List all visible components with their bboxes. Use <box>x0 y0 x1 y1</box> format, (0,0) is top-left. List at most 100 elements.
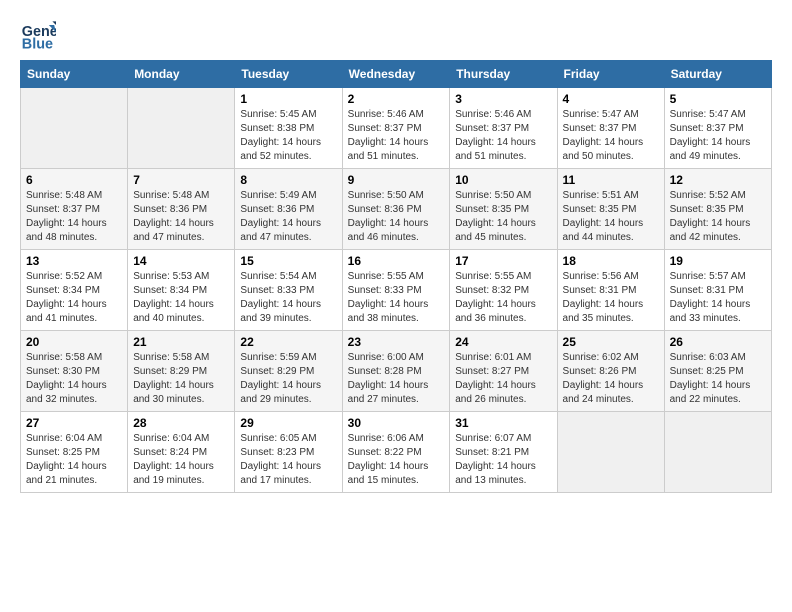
calendar-week-1: 1 Sunrise: 5:45 AM Sunset: 8:38 PM Dayli… <box>21 88 772 169</box>
sunrise-time: Sunrise: 5:55 AM <box>455 271 531 282</box>
daylight-hours: Daylight: 14 hours and 15 minutes. <box>348 461 429 486</box>
daylight-hours: Daylight: 14 hours and 47 minutes. <box>133 218 214 243</box>
day-number: 6 <box>26 173 122 187</box>
day-info: Sunrise: 5:58 AM Sunset: 8:30 PM Dayligh… <box>26 351 122 407</box>
calendar-cell: 5 Sunrise: 5:47 AM Sunset: 8:37 PM Dayli… <box>664 88 771 169</box>
day-number: 22 <box>240 335 336 349</box>
day-number: 29 <box>240 416 336 430</box>
sunset-time: Sunset: 8:28 PM <box>348 366 422 377</box>
day-info: Sunrise: 5:48 AM Sunset: 8:37 PM Dayligh… <box>26 189 122 245</box>
sunset-time: Sunset: 8:25 PM <box>670 366 744 377</box>
calendar-cell: 19 Sunrise: 5:57 AM Sunset: 8:31 PM Dayl… <box>664 250 771 331</box>
header-thursday: Thursday <box>450 61 557 88</box>
day-info: Sunrise: 6:05 AM Sunset: 8:23 PM Dayligh… <box>240 432 336 488</box>
calendar-cell: 14 Sunrise: 5:53 AM Sunset: 8:34 PM Dayl… <box>128 250 235 331</box>
calendar-cell: 17 Sunrise: 5:55 AM Sunset: 8:32 PM Dayl… <box>450 250 557 331</box>
calendar-cell: 4 Sunrise: 5:47 AM Sunset: 8:37 PM Dayli… <box>557 88 664 169</box>
sunset-time: Sunset: 8:36 PM <box>133 204 207 215</box>
sunrise-time: Sunrise: 5:46 AM <box>455 109 531 120</box>
daylight-hours: Daylight: 14 hours and 45 minutes. <box>455 218 536 243</box>
daylight-hours: Daylight: 14 hours and 29 minutes. <box>240 380 321 405</box>
day-number: 27 <box>26 416 122 430</box>
daylight-hours: Daylight: 14 hours and 51 minutes. <box>455 137 536 162</box>
calendar-cell <box>664 412 771 493</box>
sunset-time: Sunset: 8:35 PM <box>670 204 744 215</box>
calendar-cell: 26 Sunrise: 6:03 AM Sunset: 8:25 PM Dayl… <box>664 331 771 412</box>
day-number: 4 <box>563 92 659 106</box>
daylight-hours: Daylight: 14 hours and 48 minutes. <box>26 218 107 243</box>
day-number: 21 <box>133 335 229 349</box>
day-number: 23 <box>348 335 445 349</box>
sunrise-time: Sunrise: 5:50 AM <box>348 190 424 201</box>
day-info: Sunrise: 5:47 AM Sunset: 8:37 PM Dayligh… <box>670 108 766 164</box>
day-info: Sunrise: 6:00 AM Sunset: 8:28 PM Dayligh… <box>348 351 445 407</box>
sunrise-time: Sunrise: 5:54 AM <box>240 271 316 282</box>
sunset-time: Sunset: 8:29 PM <box>133 366 207 377</box>
calendar-cell: 16 Sunrise: 5:55 AM Sunset: 8:33 PM Dayl… <box>342 250 450 331</box>
calendar-cell <box>128 88 235 169</box>
calendar-cell: 27 Sunrise: 6:04 AM Sunset: 8:25 PM Dayl… <box>21 412 128 493</box>
day-number: 16 <box>348 254 445 268</box>
calendar-week-4: 20 Sunrise: 5:58 AM Sunset: 8:30 PM Dayl… <box>21 331 772 412</box>
sunset-time: Sunset: 8:36 PM <box>348 204 422 215</box>
sunset-time: Sunset: 8:33 PM <box>348 285 422 296</box>
calendar-cell: 1 Sunrise: 5:45 AM Sunset: 8:38 PM Dayli… <box>235 88 342 169</box>
calendar-cell: 11 Sunrise: 5:51 AM Sunset: 8:35 PM Dayl… <box>557 169 664 250</box>
day-info: Sunrise: 6:07 AM Sunset: 8:21 PM Dayligh… <box>455 432 551 488</box>
sunset-time: Sunset: 8:24 PM <box>133 447 207 458</box>
day-number: 8 <box>240 173 336 187</box>
sunrise-time: Sunrise: 5:48 AM <box>26 190 102 201</box>
sunset-time: Sunset: 8:37 PM <box>26 204 100 215</box>
sunrise-time: Sunrise: 5:55 AM <box>348 271 424 282</box>
day-number: 20 <box>26 335 122 349</box>
daylight-hours: Daylight: 14 hours and 44 minutes. <box>563 218 644 243</box>
header-saturday: Saturday <box>664 61 771 88</box>
sunset-time: Sunset: 8:23 PM <box>240 447 314 458</box>
daylight-hours: Daylight: 14 hours and 51 minutes. <box>348 137 429 162</box>
daylight-hours: Daylight: 14 hours and 30 minutes. <box>133 380 214 405</box>
daylight-hours: Daylight: 14 hours and 17 minutes. <box>240 461 321 486</box>
sunrise-time: Sunrise: 5:47 AM <box>563 109 639 120</box>
day-number: 31 <box>455 416 551 430</box>
day-info: Sunrise: 6:04 AM Sunset: 8:25 PM Dayligh… <box>26 432 122 488</box>
day-info: Sunrise: 5:58 AM Sunset: 8:29 PM Dayligh… <box>133 351 229 407</box>
day-info: Sunrise: 5:51 AM Sunset: 8:35 PM Dayligh… <box>563 189 659 245</box>
calendar-cell: 12 Sunrise: 5:52 AM Sunset: 8:35 PM Dayl… <box>664 169 771 250</box>
day-number: 2 <box>348 92 445 106</box>
sunset-time: Sunset: 8:37 PM <box>455 123 529 134</box>
sunrise-time: Sunrise: 6:01 AM <box>455 352 531 363</box>
calendar-cell: 31 Sunrise: 6:07 AM Sunset: 8:21 PM Dayl… <box>450 412 557 493</box>
daylight-hours: Daylight: 14 hours and 38 minutes. <box>348 299 429 324</box>
daylight-hours: Daylight: 14 hours and 42 minutes. <box>670 218 751 243</box>
calendar-cell: 23 Sunrise: 6:00 AM Sunset: 8:28 PM Dayl… <box>342 331 450 412</box>
sunrise-time: Sunrise: 5:49 AM <box>240 190 316 201</box>
day-info: Sunrise: 5:59 AM Sunset: 8:29 PM Dayligh… <box>240 351 336 407</box>
day-info: Sunrise: 6:03 AM Sunset: 8:25 PM Dayligh… <box>670 351 766 407</box>
sunset-time: Sunset: 8:29 PM <box>240 366 314 377</box>
day-number: 30 <box>348 416 445 430</box>
logo-icon: General Blue <box>20 16 56 52</box>
sunset-time: Sunset: 8:31 PM <box>670 285 744 296</box>
header-monday: Monday <box>128 61 235 88</box>
daylight-hours: Daylight: 14 hours and 13 minutes. <box>455 461 536 486</box>
day-info: Sunrise: 5:48 AM Sunset: 8:36 PM Dayligh… <box>133 189 229 245</box>
daylight-hours: Daylight: 14 hours and 40 minutes. <box>133 299 214 324</box>
calendar-header-row: SundayMondayTuesdayWednesdayThursdayFrid… <box>21 61 772 88</box>
day-info: Sunrise: 5:55 AM Sunset: 8:32 PM Dayligh… <box>455 270 551 326</box>
sunrise-time: Sunrise: 5:46 AM <box>348 109 424 120</box>
sunset-time: Sunset: 8:34 PM <box>26 285 100 296</box>
day-number: 17 <box>455 254 551 268</box>
sunrise-time: Sunrise: 5:56 AM <box>563 271 639 282</box>
calendar-cell: 18 Sunrise: 5:56 AM Sunset: 8:31 PM Dayl… <box>557 250 664 331</box>
sunset-time: Sunset: 8:37 PM <box>348 123 422 134</box>
sunrise-time: Sunrise: 6:02 AM <box>563 352 639 363</box>
calendar-cell <box>21 88 128 169</box>
sunset-time: Sunset: 8:25 PM <box>26 447 100 458</box>
sunset-time: Sunset: 8:26 PM <box>563 366 637 377</box>
day-number: 14 <box>133 254 229 268</box>
day-info: Sunrise: 5:47 AM Sunset: 8:37 PM Dayligh… <box>563 108 659 164</box>
calendar-cell: 3 Sunrise: 5:46 AM Sunset: 8:37 PM Dayli… <box>450 88 557 169</box>
calendar-cell: 2 Sunrise: 5:46 AM Sunset: 8:37 PM Dayli… <box>342 88 450 169</box>
day-number: 19 <box>670 254 766 268</box>
header-wednesday: Wednesday <box>342 61 450 88</box>
